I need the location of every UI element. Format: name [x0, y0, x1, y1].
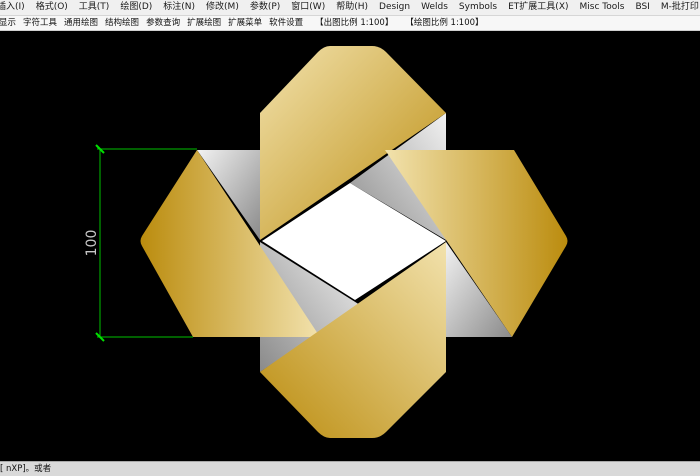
menu-misc-tools[interactable]: Misc Tools [575, 0, 631, 15]
toolbar-parameter-query[interactable]: 参数查询 [143, 16, 184, 30]
menu-symbols[interactable]: Symbols [454, 0, 503, 15]
toolbar-display[interactable]: 显示 [0, 16, 20, 30]
menu-batch-print[interactable]: M-批打印 [656, 0, 700, 15]
menu-bsi[interactable]: BSI [630, 0, 655, 15]
toolbar-software-settings[interactable]: 软件设置 [266, 16, 307, 30]
output-scale-button[interactable]: 【出图比例 1:100】 [307, 16, 397, 30]
drawing-scale-button[interactable]: 【绘图比例 1:100】 [397, 16, 487, 30]
menu-modify[interactable]: 修改(M) [201, 0, 245, 15]
dimension-text: 100 [84, 230, 100, 257]
drawing-canvas[interactable]: 100 [0, 31, 700, 461]
menu-bar: 插入(I) 格式(O) 工具(T) 绘图(D) 标注(N) 修改(M) 参数(P… [0, 0, 700, 16]
menu-design[interactable]: Design [374, 0, 416, 15]
menu-welds[interactable]: Welds [416, 0, 454, 15]
menu-et-extended-tools[interactable]: ET扩展工具(X) [503, 0, 574, 15]
command-line[interactable]: [ nXP]。或者 [0, 461, 700, 476]
menu-tools[interactable]: 工具(T) [74, 0, 116, 15]
menu-draw[interactable]: 绘图(D) [115, 0, 158, 15]
menu-insert[interactable]: 插入(I) [0, 0, 31, 15]
menu-dimension[interactable]: 标注(N) [158, 0, 201, 15]
tool-bar: 显示 字符工具 通用绘图 结构绘图 参数查询 扩展绘图 扩展菜单 软件设置 【出… [0, 16, 700, 31]
menu-window[interactable]: 窗口(W) [286, 0, 331, 15]
toolbar-structure-draw[interactable]: 结构绘图 [102, 16, 143, 30]
toolbar-general-draw[interactable]: 通用绘图 [61, 16, 102, 30]
toolbar-text-tools[interactable]: 字符工具 [20, 16, 61, 30]
menu-parameters[interactable]: 参数(P) [245, 0, 286, 15]
menu-help[interactable]: 帮助(H) [331, 0, 374, 15]
toolbar-extended-menu[interactable]: 扩展菜单 [225, 16, 266, 30]
toolbar-extended-draw[interactable]: 扩展绘图 [184, 16, 225, 30]
menu-format[interactable]: 格式(O) [31, 0, 74, 15]
drawing-svg: 100 [84, 46, 568, 438]
